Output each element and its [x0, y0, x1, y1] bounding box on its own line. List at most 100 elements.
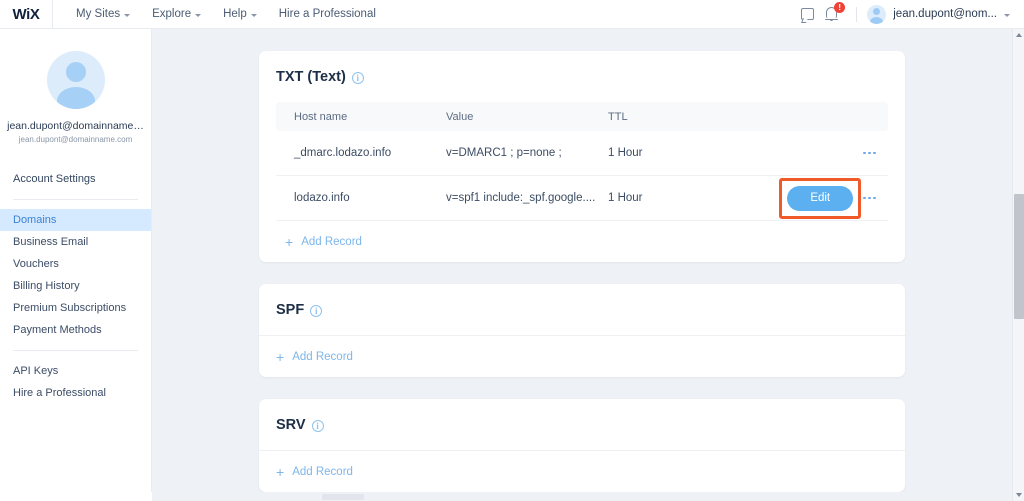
- vertical-scrollbar-thumb[interactable]: [1014, 194, 1024, 319]
- chevron-down-icon: [250, 13, 257, 17]
- srv-records-card: SRV i + Add Record: [259, 399, 905, 492]
- sidebar-profile: jean.dupont@domainname… jean.dupont@doma…: [0, 29, 151, 144]
- scroll-up-arrow-icon[interactable]: [1016, 33, 1022, 37]
- sidebar-item-label: Hire a Professional: [13, 387, 106, 399]
- vertical-scrollbar[interactable]: [1012, 29, 1024, 501]
- notification-badge: !: [834, 2, 846, 13]
- topbar-separator: [856, 6, 858, 22]
- nav-item-hire-a-professional[interactable]: Hire a Professional: [268, 8, 387, 20]
- txt-card-title-label: TXT (Text): [276, 69, 346, 85]
- sidebar-item-label: Vouchers: [13, 258, 59, 270]
- edit-button-wrapper: Edit: [779, 177, 862, 219]
- notifications-button[interactable]: !: [820, 0, 846, 29]
- cell-actions: [728, 151, 888, 155]
- cell-ttl: 1 Hour: [608, 147, 643, 159]
- sidebar-divider: [13, 199, 138, 200]
- add-record-label: Add Record: [292, 350, 353, 363]
- add-record-button-spf[interactable]: + Add Record: [267, 336, 897, 377]
- spf-records-card: SPF i + Add Record: [259, 284, 905, 377]
- cell-ttl: 1 Hour: [608, 192, 643, 204]
- nav-item-help[interactable]: Help: [212, 8, 268, 20]
- sidebar-item-premium-subscriptions[interactable]: Premium Subscriptions: [0, 297, 151, 319]
- spf-card-title-label: SPF: [276, 302, 305, 318]
- sidebar-menu: Account Settings Domains Business Email …: [0, 168, 151, 404]
- sidebar-item-account-settings[interactable]: Account Settings: [0, 168, 151, 190]
- column-header-value: Value: [446, 110, 474, 123]
- sidebar-item-label: Payment Methods: [13, 324, 102, 336]
- plus-icon: +: [285, 233, 294, 250]
- user-email-label: jean.dupont@nom...: [893, 8, 997, 20]
- txt-card-title: TXT (Text) i: [276, 69, 888, 85]
- cell-host-name: lodazo.info: [294, 192, 350, 204]
- plus-icon: +: [276, 348, 285, 365]
- add-record-label: Add Record: [301, 235, 362, 248]
- chevron-down-icon: [124, 13, 131, 17]
- user-avatar-large-icon[interactable]: [46, 51, 105, 109]
- table-row: lodazo.info v=spf1 include:_spf.google..…: [276, 176, 888, 221]
- main-content: TXT (Text) i Host name Value TTL _dmarc.…: [152, 29, 1012, 501]
- sidebar-item-label: Premium Subscriptions: [13, 302, 127, 314]
- chat-bubble-icon: [800, 8, 814, 20]
- sidebar-divider: [13, 350, 138, 351]
- sidebar-item-label: Account Settings: [13, 173, 96, 185]
- nav-item-label: My Sites: [76, 8, 121, 20]
- txt-records-card: TXT (Text) i Host name Value TTL _dmarc.…: [259, 51, 905, 262]
- sidebar-item-vouchers[interactable]: Vouchers: [0, 253, 151, 275]
- wix-logo[interactable]: WiX: [0, 6, 52, 23]
- srv-card-title: SRV i: [276, 417, 888, 433]
- notification-bell-icon: !: [823, 2, 846, 24]
- add-record-label: Add Record: [292, 465, 353, 478]
- info-icon[interactable]: i: [311, 420, 324, 432]
- sidebar-profile-name: jean.dupont@domainname…: [7, 120, 144, 132]
- cell-actions: Edit: [728, 177, 888, 219]
- topbar-right-group: ! jean.dupont@nom...: [794, 0, 1024, 29]
- cell-value: v=DMARC1 ; p=none ;: [446, 147, 562, 159]
- srv-card-title-label: SRV: [276, 417, 306, 433]
- plus-icon: +: [276, 463, 285, 480]
- horizontal-scrollbar[interactable]: [152, 492, 1012, 501]
- sidebar-item-billing-history[interactable]: Billing History: [0, 275, 151, 297]
- nav-item-label: Help: [223, 8, 247, 20]
- sidebar-item-label: Business Email: [13, 236, 89, 248]
- sidebar-item-label: API Keys: [13, 365, 59, 377]
- more-options-icon[interactable]: [863, 151, 876, 155]
- add-record-button-txt[interactable]: + Add Record: [276, 221, 888, 262]
- scroll-down-arrow-icon[interactable]: [1016, 493, 1022, 497]
- cell-value: v=spf1 include:_spf.google....: [446, 192, 596, 204]
- more-options-icon[interactable]: [863, 196, 876, 200]
- sidebar-item-label: Billing History: [13, 280, 80, 292]
- column-header-ttl: TTL: [608, 110, 628, 123]
- nav-item-explore[interactable]: Explore: [141, 8, 212, 20]
- horizontal-scrollbar-thumb[interactable]: [322, 494, 364, 500]
- user-account-menu[interactable]: jean.dupont@nom...: [867, 4, 1010, 24]
- nav-item-label: Hire a Professional: [278, 8, 376, 20]
- nav-item-my-sites[interactable]: My Sites: [65, 8, 141, 20]
- srv-card-header: SRV i: [259, 399, 905, 450]
- sidebar-item-domains[interactable]: Domains: [0, 209, 151, 231]
- chat-button[interactable]: [794, 0, 820, 29]
- sidebar-item-business-email[interactable]: Business Email: [0, 231, 151, 253]
- sidebar-bottom-edge: [0, 492, 152, 501]
- srv-card-body: + Add Record: [259, 451, 905, 492]
- spf-card-title: SPF i: [276, 302, 888, 318]
- spf-card-header: SPF i: [259, 284, 905, 335]
- table-row: _dmarc.lodazo.info v=DMARC1 ; p=none ; 1…: [276, 131, 888, 176]
- sidebar-item-label: Domains: [13, 214, 57, 226]
- sidebar-item-hire-a-professional[interactable]: Hire a Professional: [0, 382, 151, 404]
- txt-records-table: Host name Value TTL _dmarc.lodazo.info v…: [276, 102, 888, 221]
- info-icon[interactable]: i: [351, 72, 364, 84]
- nav-item-label: Explore: [152, 8, 192, 20]
- sidebar-item-payment-methods[interactable]: Payment Methods: [0, 319, 151, 341]
- sidebar: jean.dupont@domainname… jean.dupont@doma…: [0, 29, 152, 501]
- column-header-host-name: Host name: [294, 110, 348, 123]
- sidebar-item-api-keys[interactable]: API Keys: [0, 360, 151, 382]
- info-icon[interactable]: i: [310, 305, 323, 317]
- cell-host-name: _dmarc.lodazo.info: [294, 147, 392, 159]
- edit-button[interactable]: Edit: [787, 185, 854, 211]
- chevron-down-icon: [1004, 13, 1010, 17]
- add-record-button-srv[interactable]: + Add Record: [267, 451, 897, 492]
- spf-card-body: + Add Record: [259, 336, 905, 377]
- chevron-down-icon: [195, 13, 202, 17]
- user-avatar-icon: [867, 4, 887, 24]
- top-navigation-bar: WiX My Sites Explore Help Hire a Profess…: [0, 0, 1024, 29]
